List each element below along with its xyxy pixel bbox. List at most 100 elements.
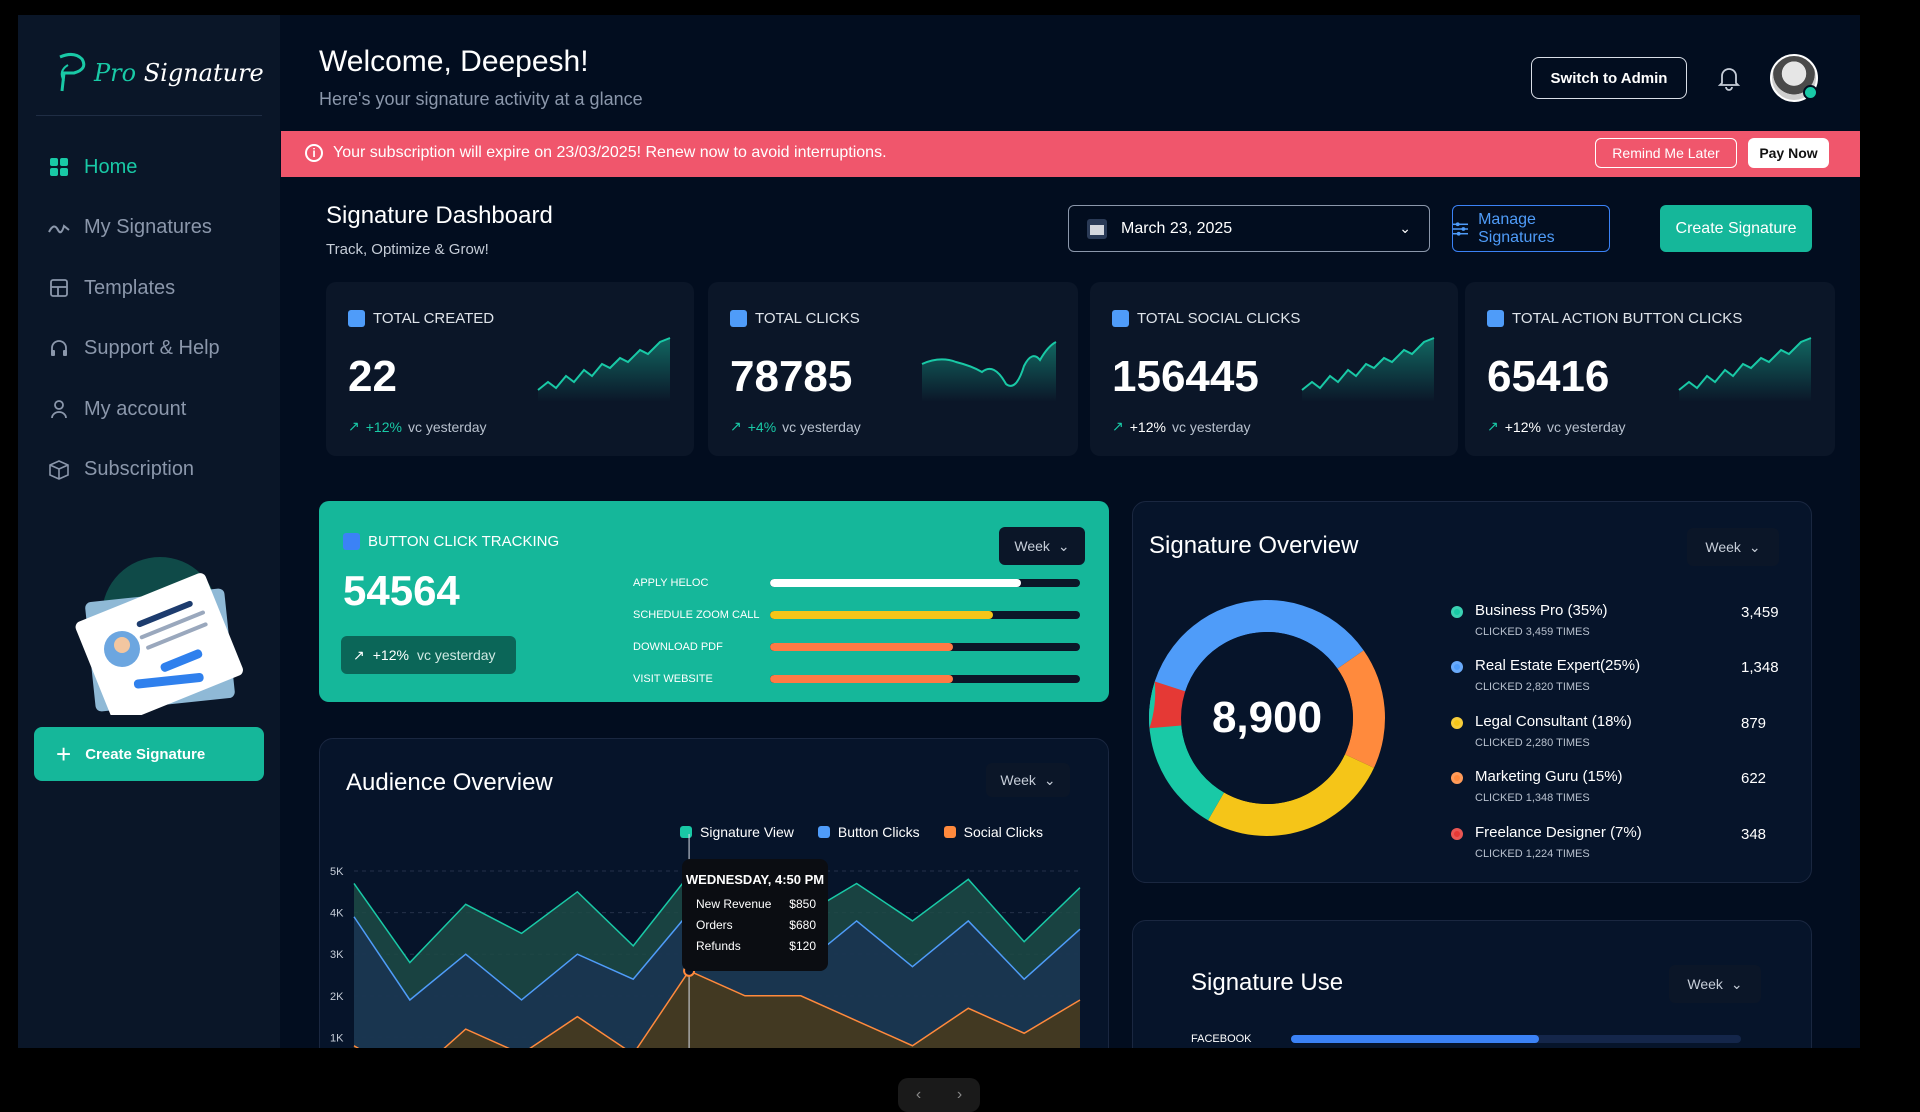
chevron-down-icon: ⌄ bbox=[1399, 220, 1411, 236]
chevron-left-icon[interactable]: ‹ bbox=[916, 1086, 921, 1104]
trend-pct: +12% bbox=[372, 647, 409, 663]
sparkline-chart bbox=[921, 341, 1057, 402]
page-subtitle: Here's your signature activity at a glan… bbox=[319, 89, 643, 109]
trend-up-icon: ↗ bbox=[348, 418, 360, 434]
trend-up-icon: ↗ bbox=[353, 646, 365, 663]
legend-dot bbox=[1451, 606, 1463, 618]
legend-name: Freelance Designer (7%) bbox=[1475, 824, 1642, 841]
templates-icon bbox=[48, 277, 70, 299]
tooltip-row: Refunds $120 bbox=[696, 939, 816, 953]
legend-clicked: CLICKED 2,820 TIMES bbox=[1475, 681, 1590, 693]
page-title: Welcome, Deepesh! bbox=[319, 45, 589, 78]
bar-track bbox=[770, 675, 1080, 683]
manage-signatures-button[interactable]: Manage Signatures bbox=[1452, 205, 1610, 252]
bar-track bbox=[770, 579, 1080, 587]
sidebar-item-templates[interactable]: Templates bbox=[48, 258, 268, 319]
tooltip-row-value: $850 bbox=[789, 897, 816, 911]
bar-label: DOWNLOAD PDF bbox=[633, 641, 723, 653]
remind-me-later-button[interactable]: Remind Me Later bbox=[1595, 138, 1737, 168]
sparkline-chart bbox=[1301, 337, 1435, 402]
legend-name: Legal Consultant (18%) bbox=[1475, 713, 1632, 730]
tooltip-title: WEDNESDAY, 4:50 PM bbox=[685, 872, 825, 887]
stat-suffix: vc yesterday bbox=[1171, 418, 1251, 435]
sidebar-divider bbox=[36, 115, 262, 116]
sidebar-item-subscription[interactable]: Subscription bbox=[48, 440, 268, 501]
sidebar: Pro Signature Home My Signatures Templat… bbox=[18, 15, 280, 1048]
calendar-icon bbox=[1087, 218, 1107, 239]
sidebar-item-label: Subscription bbox=[84, 458, 195, 481]
stat-card-total-created: TOTAL CREATED 22 ↗ +12% vc yesterday bbox=[326, 282, 694, 456]
sidebar-item-home[interactable]: Home bbox=[48, 137, 268, 198]
chevron-down-icon: ⌄ bbox=[1057, 537, 1070, 554]
stat-icon bbox=[348, 310, 365, 327]
trend-up-icon: ↗ bbox=[730, 418, 742, 434]
stat-pct: +4% bbox=[747, 418, 777, 435]
usage-label: FACEBOOK bbox=[1191, 1033, 1252, 1045]
tooltip-row-label: Orders bbox=[696, 918, 733, 932]
bar-fill bbox=[770, 611, 994, 619]
period-dropdown[interactable]: Week ⌄ bbox=[999, 527, 1085, 565]
legend-dot bbox=[1451, 828, 1463, 840]
stat-value: 22 bbox=[348, 352, 397, 401]
date-picker[interactable]: March 23, 2025 ⌄ bbox=[1068, 205, 1430, 252]
sidebar-item-label: Support & Help bbox=[84, 337, 220, 360]
legend-name: Business Pro (35%) bbox=[1475, 602, 1608, 619]
audience-overview-card: Audience Overview Week ⌄ Signature View B… bbox=[319, 738, 1109, 1048]
pager: ‹ › bbox=[898, 1078, 980, 1112]
trend-up-icon: ↗ bbox=[1112, 418, 1124, 434]
stat-icon bbox=[1112, 310, 1129, 327]
donut-total: 8,900 bbox=[1212, 693, 1322, 742]
bar-track bbox=[770, 611, 1080, 619]
period-label: Week bbox=[1687, 976, 1723, 992]
y-tick-label: 5K bbox=[330, 866, 344, 878]
card-title: Signature Use bbox=[1191, 969, 1344, 996]
tooltip-row-value: $120 bbox=[789, 939, 816, 953]
switch-to-admin-button[interactable]: Switch to Admin bbox=[1531, 57, 1687, 99]
legend-count: 879 bbox=[1741, 715, 1767, 732]
period-label: Week bbox=[1705, 539, 1741, 555]
subscription-banner: i Your subscription will expire on 23/03… bbox=[281, 131, 1860, 177]
bar-fill bbox=[770, 579, 1022, 587]
logo[interactable]: Pro Signature bbox=[54, 51, 264, 95]
donut-chart: 8,900 bbox=[1149, 600, 1385, 836]
legend-count: 1,348 bbox=[1741, 659, 1779, 676]
sidebar-create-signature-button[interactable]: + Create Signature bbox=[34, 727, 264, 781]
stat-icon bbox=[1487, 310, 1504, 327]
period-dropdown[interactable]: Week ⌄ bbox=[1669, 965, 1761, 1003]
manage-signatures-label: Manage Signatures bbox=[1478, 210, 1555, 246]
tooltip-row-label: New Revenue bbox=[696, 897, 772, 911]
card-value: 54564 bbox=[343, 567, 460, 614]
bar-label: VISIT WEBSITE bbox=[633, 673, 713, 685]
app-window: Pro Signature Home My Signatures Templat… bbox=[18, 15, 1860, 1048]
sidebar-item-support[interactable]: Support & Help bbox=[48, 319, 268, 380]
y-tick-label: 3K bbox=[330, 949, 344, 961]
bell-icon[interactable] bbox=[1716, 65, 1742, 91]
stat-card-total-clicks: TOTAL CLICKS 78785 ↗ +4% vc yesterday bbox=[708, 282, 1078, 456]
dashboard-title: Signature Dashboard bbox=[326, 202, 553, 229]
headset-icon bbox=[48, 338, 70, 360]
card-title: Signature Overview bbox=[1149, 532, 1359, 559]
chevron-right-icon[interactable]: › bbox=[957, 1086, 962, 1104]
legend-dot bbox=[1451, 772, 1463, 784]
create-signature-button[interactable]: Create Signature bbox=[1660, 205, 1812, 252]
y-tick-label: 4K bbox=[330, 908, 344, 920]
sidebar-item-label: Home bbox=[84, 155, 138, 178]
stat-label: TOTAL ACTION BUTTON CLICKS bbox=[1512, 310, 1743, 327]
signature-card-illustration bbox=[75, 557, 243, 715]
logo-text: Pro Signature bbox=[94, 59, 264, 87]
date-value: March 23, 2025 bbox=[1121, 219, 1233, 237]
tracking-bar-row: DOWNLOAD PDF bbox=[633, 641, 1083, 653]
usage-track bbox=[1291, 1035, 1741, 1043]
stat-suffix: vc yesterday bbox=[407, 418, 487, 435]
sidebar-item-my-signatures[interactable]: My Signatures bbox=[48, 198, 268, 259]
pay-now-button[interactable]: Pay Now bbox=[1748, 138, 1829, 168]
tracking-bar-row: SCHEDULE ZOOM CALL bbox=[633, 609, 1083, 621]
y-tick-label: 1K bbox=[330, 1032, 344, 1044]
info-icon: i bbox=[305, 144, 323, 162]
legend-clicked: CLICKED 3,459 TIMES bbox=[1475, 626, 1590, 638]
stat-label: TOTAL CREATED bbox=[373, 310, 495, 327]
period-dropdown[interactable]: Week ⌄ bbox=[1687, 528, 1779, 566]
sidebar-item-label: My account bbox=[84, 397, 187, 420]
stat-icon bbox=[730, 310, 747, 327]
sidebar-item-my-account[interactable]: My account bbox=[48, 379, 268, 440]
